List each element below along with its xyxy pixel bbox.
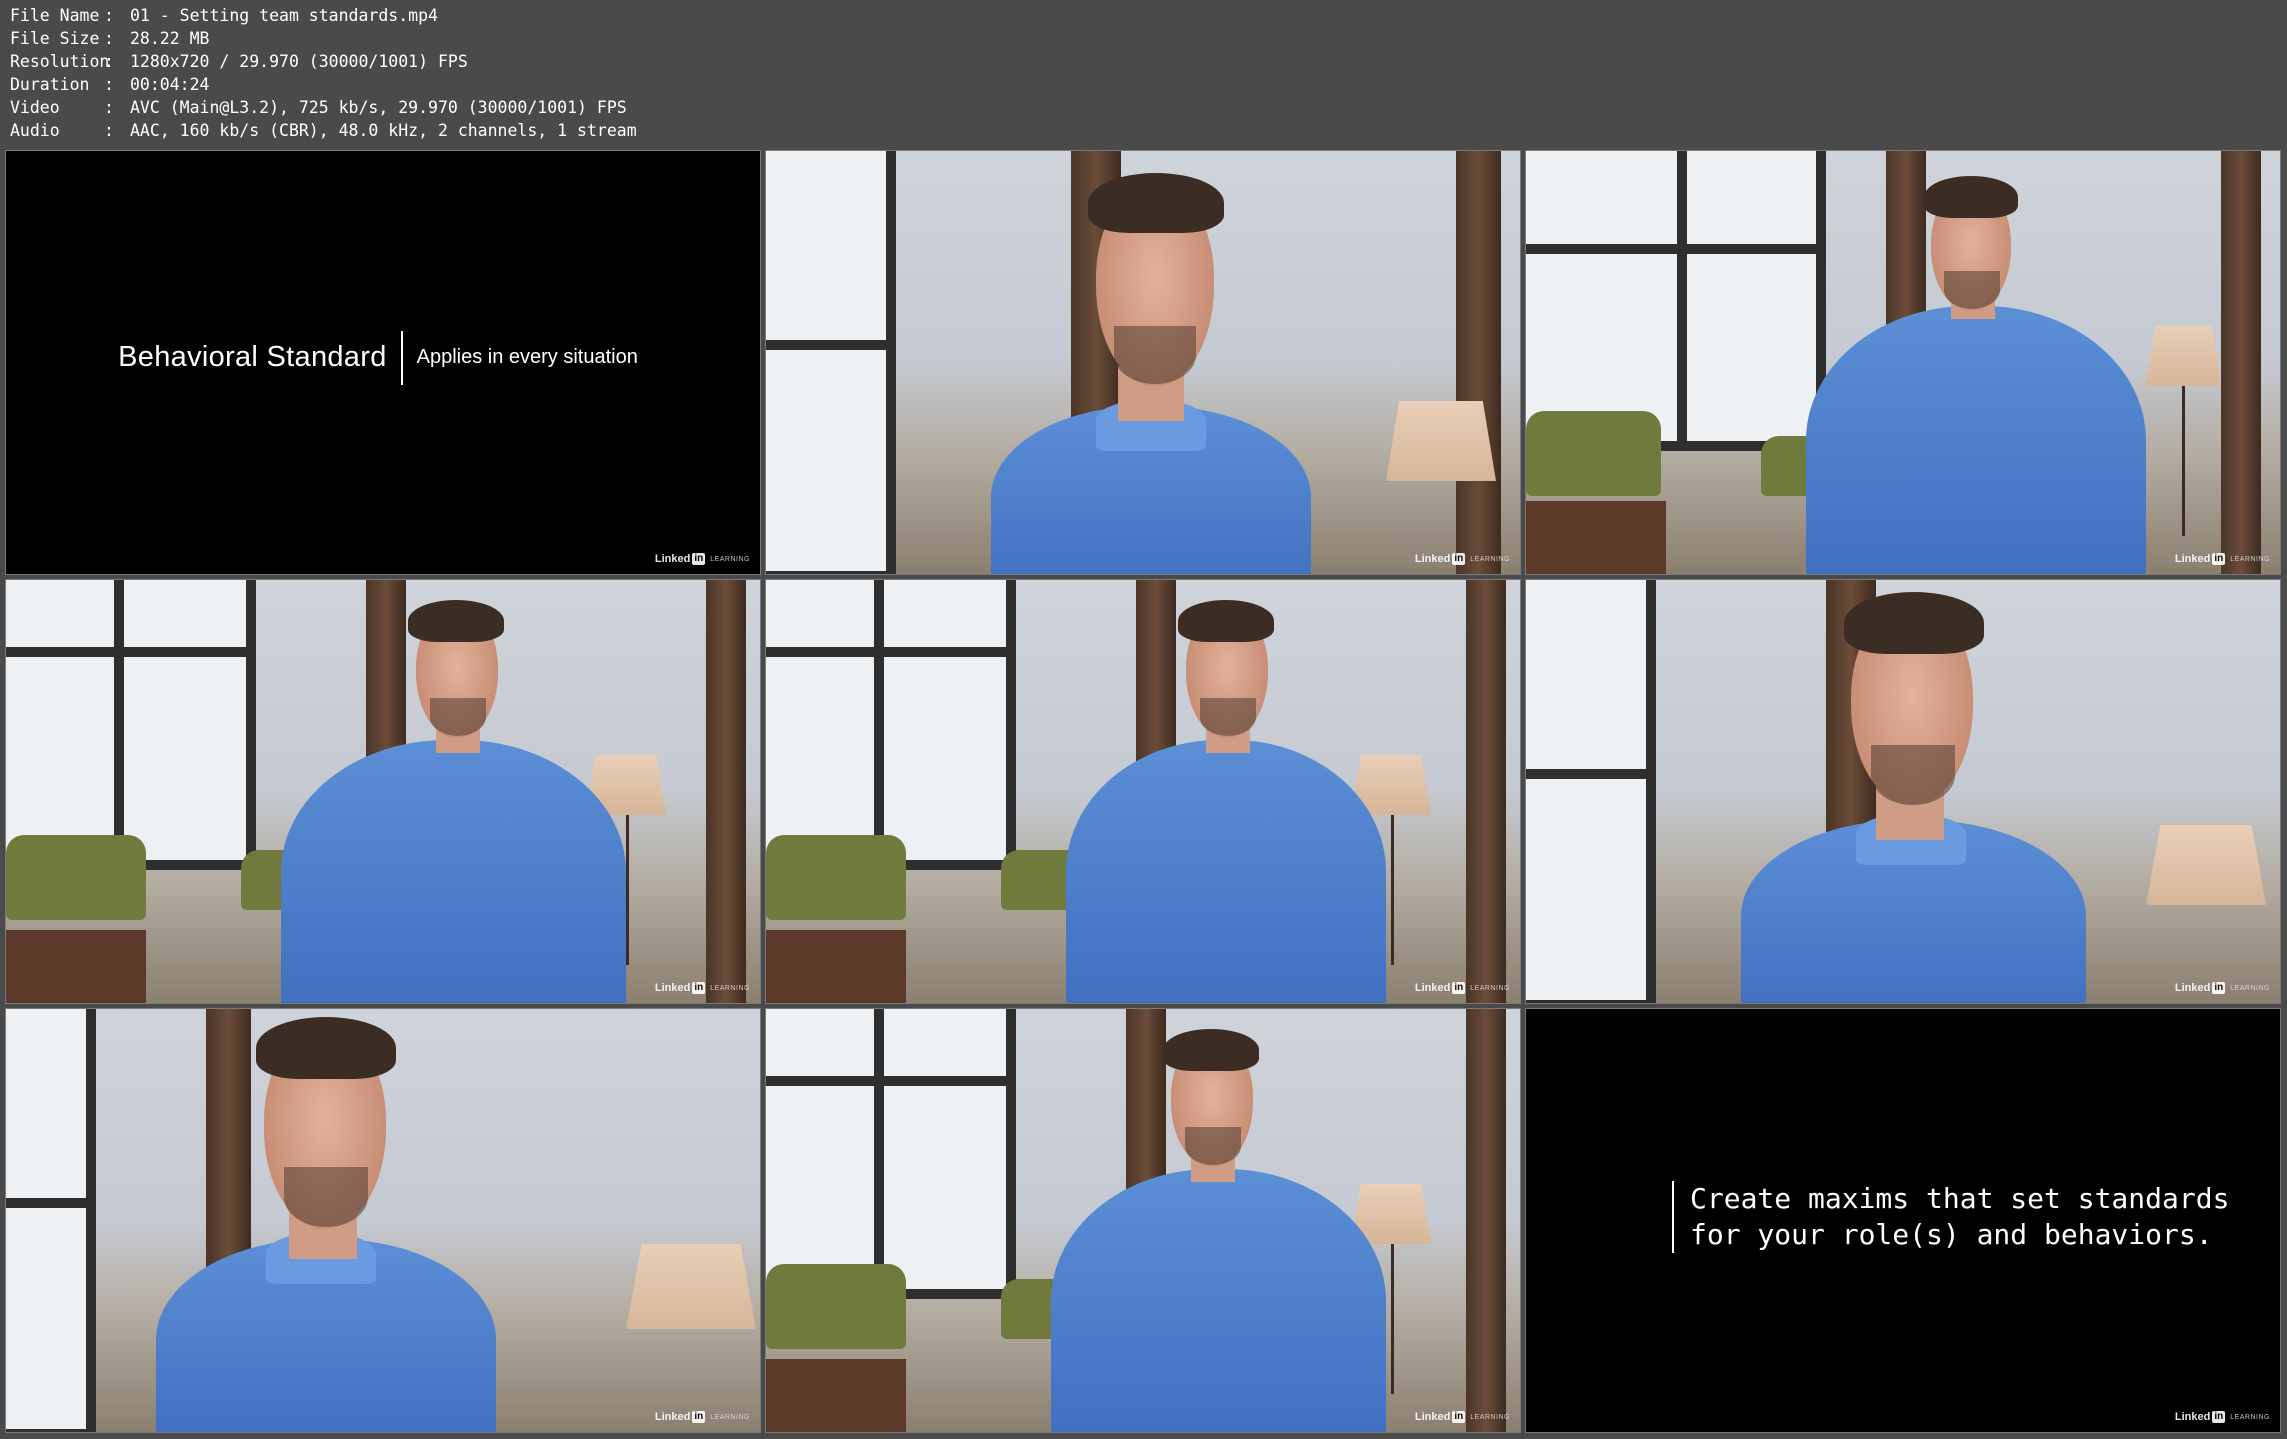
logo-suffix: LEARNING <box>1470 984 1510 992</box>
logo-brand: Linked <box>654 1411 691 1423</box>
linkedin-learning-logo: Linked in LEARNING <box>655 982 750 994</box>
title-card: Behavioral Standard Applies in every sit… <box>6 151 760 574</box>
thumbnail-video-frame: Linked in LEARNING <box>5 1008 761 1433</box>
file-name-row: File Name : 01 - Setting team standards.… <box>10 4 637 27</box>
presenter <box>766 151 1520 574</box>
duration-value: 00:04:24 <box>130 75 210 94</box>
file-name-value: 01 - Setting team standards.mp4 <box>130 6 438 25</box>
presenter <box>6 580 760 1003</box>
linkedin-learning-logo: Linked in LEARNING <box>2175 982 2270 994</box>
resolution-row: Resolution : 1280x720 / 29.970 (30000/10… <box>10 50 637 73</box>
separator: : <box>104 29 114 48</box>
linkedin-learning-logo: Linked in LEARNING <box>655 553 750 565</box>
logo-suffix: LEARNING <box>710 555 750 563</box>
office-scene <box>6 580 760 1003</box>
logo-suffix: LEARNING <box>1470 555 1510 563</box>
thumbnail-grid: Behavioral Standard Applies in every sit… <box>5 150 2281 1433</box>
office-scene <box>766 1009 1520 1432</box>
file-size-label: File Size <box>10 29 100 48</box>
duration-label: Duration <box>10 75 90 94</box>
logo-in: in <box>2212 553 2226 565</box>
office-scene <box>6 1009 760 1432</box>
file-size-row: File Size : 28.22 MB <box>10 27 637 50</box>
thumbnail-title-card-behavioral-standard: Behavioral Standard Applies in every sit… <box>5 150 761 575</box>
thumbnail-video-frame: Linked in LEARNING <box>1525 150 2281 575</box>
logo-brand: Linked <box>1414 1411 1451 1423</box>
linkedin-learning-logo: Linked in LEARNING <box>1415 553 1510 565</box>
linkedin-learning-logo: Linked in LEARNING <box>1415 982 1510 994</box>
title-card-line-2: for your role(s) and behaviors. <box>1690 1218 2213 1251</box>
logo-in: in <box>1452 553 1466 565</box>
audio-row: Audio : AAC, 160 kb/s (CBR), 48.0 kHz, 2… <box>10 119 637 142</box>
linkedin-learning-logo: Linked in LEARNING <box>2175 1411 2270 1423</box>
separator: : <box>104 52 114 71</box>
logo-brand: Linked <box>1414 982 1451 994</box>
resolution-label: Resolution <box>10 52 110 71</box>
video-row: Video : AVC (Main@L3.2), 725 kb/s, 29.97… <box>10 96 637 119</box>
logo-brand: Linked <box>2174 982 2211 994</box>
logo-in: in <box>692 1411 706 1423</box>
thumbnail-video-frame: Linked in LEARNING <box>765 150 1521 575</box>
logo-brand: Linked <box>2174 553 2211 565</box>
office-scene <box>766 580 1520 1003</box>
audio-value: AAC, 160 kb/s (CBR), 48.0 kHz, 2 channel… <box>130 121 637 140</box>
logo-suffix: LEARNING <box>1470 1413 1510 1421</box>
linkedin-learning-logo: Linked in LEARNING <box>2175 553 2270 565</box>
logo-in: in <box>1452 982 1466 994</box>
title-card-heading: Behavioral Standard <box>118 341 387 373</box>
file-size-value: 28.22 MB <box>130 29 210 48</box>
file-name-label: File Name <box>10 6 100 25</box>
presenter <box>6 1009 760 1432</box>
logo-suffix: LEARNING <box>2230 984 2270 992</box>
separator: : <box>104 6 114 25</box>
thumbnail-video-frame: Linked in LEARNING <box>1525 579 2281 1004</box>
linkedin-learning-logo: Linked in LEARNING <box>1415 1411 1510 1423</box>
duration-row: Duration : 00:04:24 <box>10 73 637 96</box>
logo-in: in <box>692 982 706 994</box>
logo-in: in <box>692 553 706 565</box>
logo-suffix: LEARNING <box>710 1413 750 1421</box>
thumbnail-video-frame: Linked in LEARNING <box>5 579 761 1004</box>
thumbnail-video-frame: Linked in LEARNING <box>765 1008 1521 1433</box>
logo-suffix: LEARNING <box>2230 555 2270 563</box>
presenter <box>766 580 1520 1003</box>
presenter <box>1526 151 2280 574</box>
presenter <box>766 1009 1520 1432</box>
logo-brand: Linked <box>654 982 691 994</box>
logo-brand: Linked <box>654 553 691 565</box>
logo-suffix: LEARNING <box>710 984 750 992</box>
logo-brand: Linked <box>2174 1411 2211 1423</box>
office-scene <box>1526 151 2280 574</box>
file-info-panel: File Name : 01 - Setting team standards.… <box>10 4 637 142</box>
video-label: Video <box>10 98 60 117</box>
video-value: AVC (Main@L3.2), 725 kb/s, 29.970 (30000… <box>130 98 627 117</box>
logo-in: in <box>1452 1411 1466 1423</box>
resolution-value: 1280x720 / 29.970 (30000/1001) FPS <box>130 52 468 71</box>
office-scene <box>1526 580 2280 1003</box>
title-card-text: Behavioral Standard Applies in every sit… <box>118 330 638 385</box>
thumbnail-title-card-create-maxims: Create maxims that set standards for you… <box>1525 1008 2281 1433</box>
separator: : <box>104 75 114 94</box>
office-scene <box>766 151 1520 574</box>
audio-label: Audio <box>10 121 60 140</box>
title-card-subheading: Applies in every situation <box>416 346 638 368</box>
thumbnail-video-frame: Linked in LEARNING <box>765 579 1521 1004</box>
title-card-divider <box>400 330 403 385</box>
logo-in: in <box>2212 982 2226 994</box>
logo-in: in <box>2212 1411 2226 1423</box>
logo-suffix: LEARNING <box>2230 1413 2270 1421</box>
linkedin-learning-logo: Linked in LEARNING <box>655 1411 750 1423</box>
presenter <box>1526 580 2280 1003</box>
separator: : <box>104 121 114 140</box>
logo-brand: Linked <box>1414 553 1451 565</box>
title-card-line-1: Create maxims that set standards <box>1690 1182 2230 1215</box>
title-card-text: Create maxims that set standards for you… <box>1672 1181 2229 1253</box>
separator: : <box>104 98 114 117</box>
